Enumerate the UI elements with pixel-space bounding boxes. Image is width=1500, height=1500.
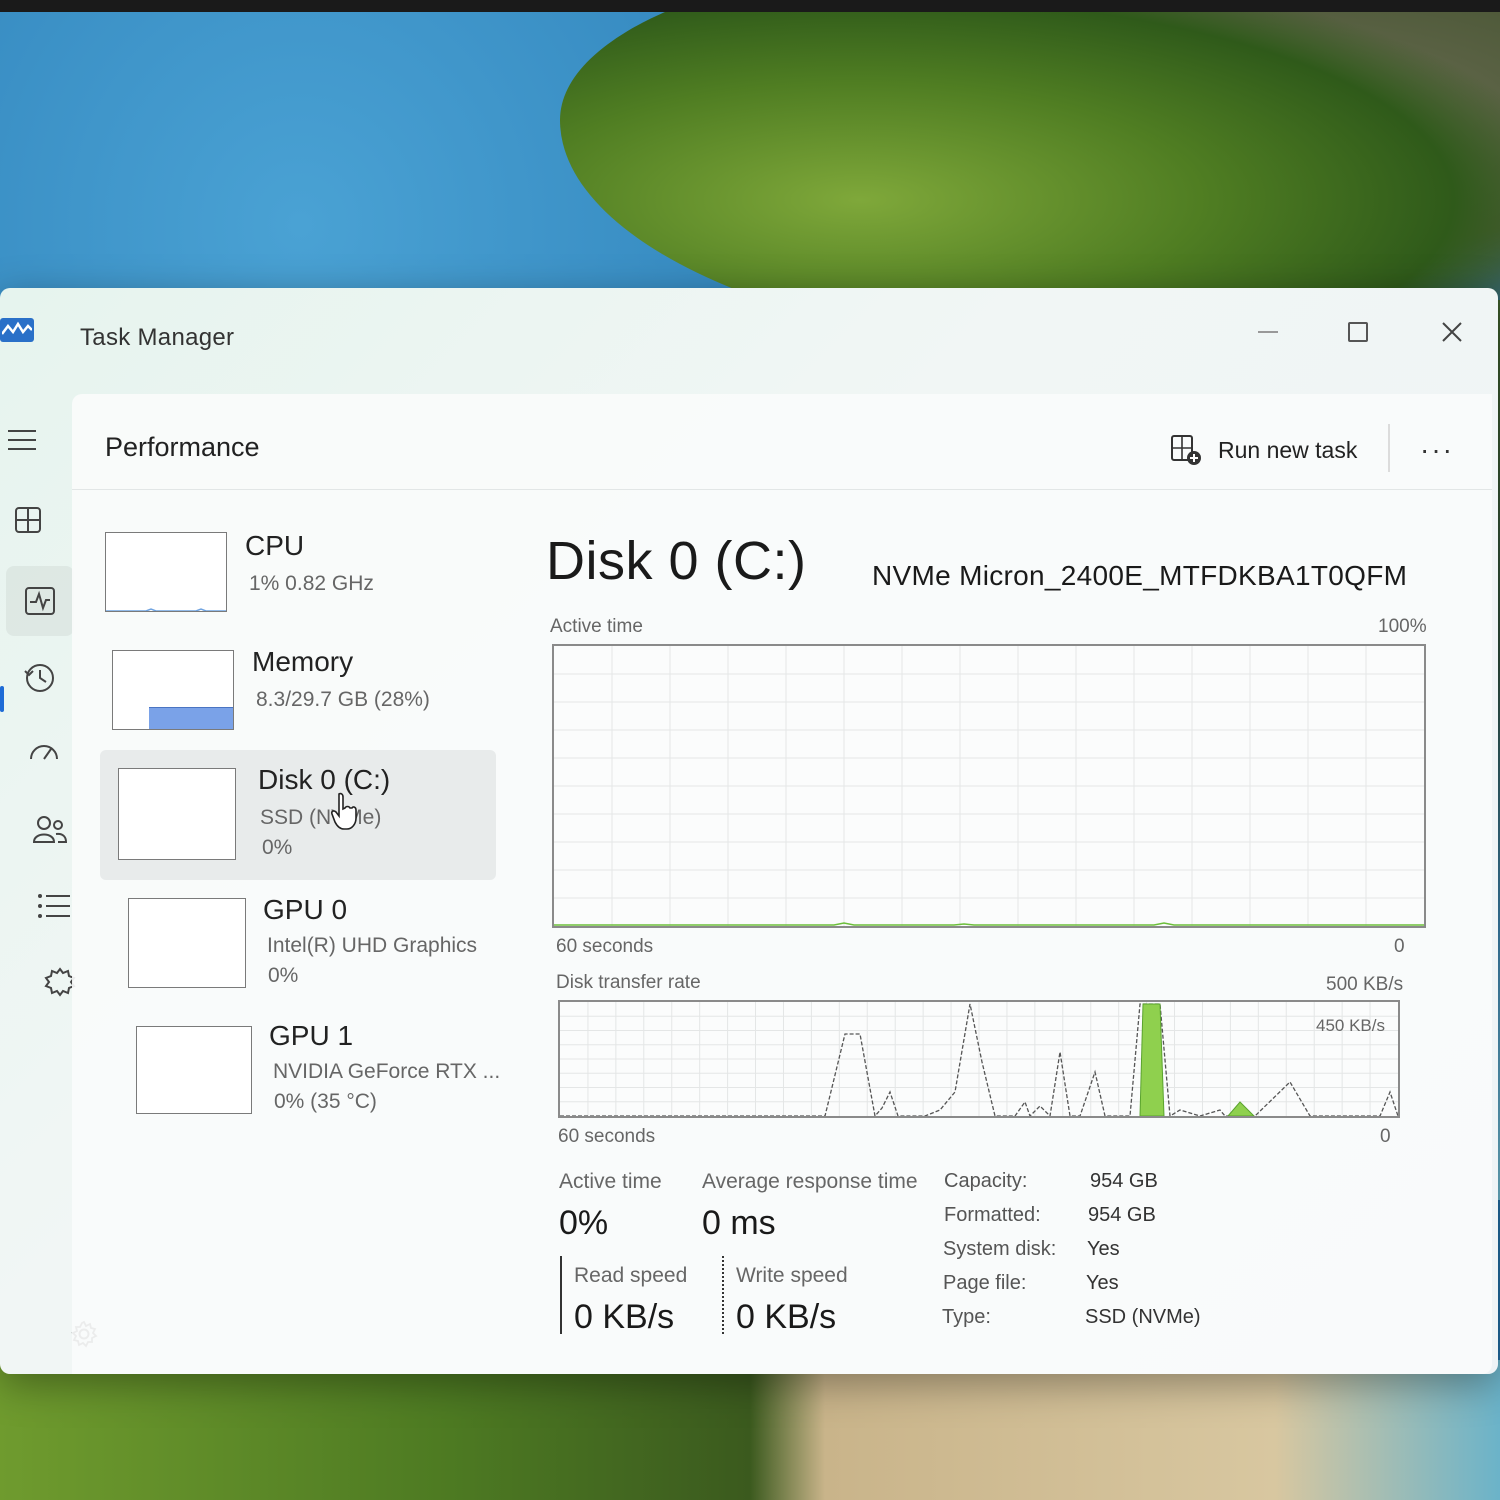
task-manager-window: Task Manager Performance Run new task ··… <box>0 288 1498 1374</box>
property-value: SSD (NVMe) <box>1085 1306 1201 1328</box>
nav-startup-apps[interactable] <box>16 726 72 782</box>
write-speed-label: Write speed <box>736 1264 848 1287</box>
nav-processes[interactable] <box>0 492 56 548</box>
active-time-stat-label: Active time <box>559 1170 662 1193</box>
cpu-thumbnail <box>105 532 227 612</box>
wallpaper-bottom <box>0 1360 1500 1500</box>
device-name: Disk 0 (C:) <box>258 764 391 795</box>
write-speed-spike <box>1139 1003 1165 1116</box>
property-key: Type: <box>942 1306 991 1328</box>
startup-apps-icon <box>30 745 58 760</box>
active-time-stat-value: 0% <box>559 1204 609 1242</box>
read-speed-value: 0 KB/s <box>574 1298 675 1336</box>
gpu1-thumbnail <box>136 1026 252 1114</box>
device-name: GPU 0 <box>263 894 348 925</box>
property-value: 954 GB <box>1088 1204 1156 1226</box>
monitor-bezel <box>0 0 1500 12</box>
read-speed-label: Read speed <box>574 1264 688 1287</box>
task-manager-app-icon <box>0 318 34 342</box>
run-new-task-button[interactable]: Run new task <box>1170 430 1357 470</box>
device-memory[interactable]: Memory 8.3/29.7 GB (28%) <box>112 640 508 752</box>
device-usage: 0% <box>268 964 299 987</box>
nav-hamburger[interactable] <box>0 412 50 468</box>
write-speed-bump <box>1227 1101 1255 1116</box>
close-button[interactable] <box>1422 310 1482 354</box>
property-key: Page file: <box>943 1272 1027 1294</box>
transfer-rate-graph-label: Disk transfer rate <box>556 972 701 993</box>
transfer-rate-graph-max: 500 KB/s <box>1326 974 1404 995</box>
response-time-label: Average response time <box>702 1170 918 1193</box>
device-usage: 0% <box>262 836 293 859</box>
device-stat: Intel(R) UHD Graphics <box>267 934 478 957</box>
details-icon <box>38 894 70 918</box>
hand-cursor-icon <box>331 792 357 830</box>
device-name: CPU <box>245 530 305 561</box>
active-time-graph-timespan: 60 seconds <box>556 936 654 957</box>
disk-model: NVMe Micron_2400E_MTFDKBA1T0QFM <box>872 560 1408 591</box>
device-disk-0[interactable]: Disk 0 (C:) SSD (NVMe) 0% <box>100 750 496 880</box>
minimize-button[interactable] <box>1238 310 1298 354</box>
more-options-button[interactable]: ··· <box>1412 430 1462 470</box>
device-stat: 8.3/29.7 GB (28%) <box>256 688 430 711</box>
device-gpu-0[interactable]: GPU 0 Intel(R) UHD Graphics 0% <box>128 888 524 1016</box>
device-usage: 0% (35 °C) <box>274 1090 377 1113</box>
device-stat: 1% 0.82 GHz <box>249 572 374 595</box>
transfer-rate-graph-timespan: 60 seconds <box>558 1126 656 1147</box>
run-new-task-icon <box>1171 435 1201 465</box>
transfer-rate-graph: 450 KB/s <box>558 1000 1400 1118</box>
active-time-graph-label: Active time <box>550 616 643 637</box>
disk-thumbnail <box>118 768 236 860</box>
nav-app-history[interactable] <box>12 650 68 706</box>
close-icon <box>1442 322 1462 342</box>
active-time-graph-max: 100% <box>1378 616 1427 637</box>
hamburger-icon <box>8 430 36 450</box>
response-time-value: 0 ms <box>702 1204 776 1242</box>
nav-performance[interactable] <box>6 566 74 636</box>
read-speed-marker <box>560 1256 562 1334</box>
property-value: Yes <box>1086 1272 1119 1294</box>
run-new-task-label: Run new task <box>1218 436 1358 463</box>
header-divider <box>1388 424 1390 472</box>
detail-title: Disk 0 (C:) <box>546 531 807 591</box>
property-value: Yes <box>1087 1238 1120 1260</box>
property-value: 954 GB <box>1090 1170 1158 1192</box>
nav-users[interactable] <box>22 802 78 858</box>
property-key: Capacity: <box>944 1170 1028 1192</box>
write-speed-marker <box>722 1256 724 1334</box>
app-history-icon <box>24 664 54 692</box>
device-name: Memory <box>252 646 354 677</box>
active-time-graph-zero: 0 <box>1394 936 1405 957</box>
active-time-graph <box>552 644 1426 928</box>
device-stat: SSD (NVMe) <box>260 806 382 829</box>
performance-icon <box>25 587 55 615</box>
memory-thumbnail <box>112 650 234 730</box>
property-key: Formatted: <box>944 1204 1041 1226</box>
users-icon <box>32 816 68 843</box>
processes-icon <box>15 507 41 533</box>
property-key: System disk: <box>943 1238 1057 1260</box>
active-time-series <box>554 922 1424 926</box>
panel-header: Performance Run new task ··· <box>72 394 1492 490</box>
transfer-rate-graph-zero: 0 <box>1380 1126 1391 1147</box>
performance-panel: Performance Run new task ··· CPU 1% 0.82… <box>72 394 1492 1374</box>
minimize-icon <box>1258 331 1278 333</box>
device-name: GPU 1 <box>269 1020 354 1051</box>
transfer-rate-line-label: 450 KB/s <box>1316 1016 1385 1035</box>
gpu0-thumbnail <box>128 898 246 988</box>
device-stat: NVIDIA GeForce RTX ... <box>273 1060 501 1083</box>
maximize-button[interactable] <box>1328 310 1388 354</box>
window-title: Task Manager <box>80 324 235 351</box>
title-bar[interactable]: Task Manager <box>0 288 1498 388</box>
write-speed-value: 0 KB/s <box>736 1298 837 1336</box>
device-cpu[interactable]: CPU 1% 0.82 GHz <box>105 522 501 632</box>
maximize-icon <box>1348 322 1368 342</box>
nav-active-indicator <box>0 686 4 712</box>
memory-fill <box>149 706 233 729</box>
page-title: Performance <box>105 432 260 462</box>
device-gpu-1[interactable]: GPU 1 NVIDIA GeForce RTX ... 0% (35 °C) <box>136 1014 532 1142</box>
